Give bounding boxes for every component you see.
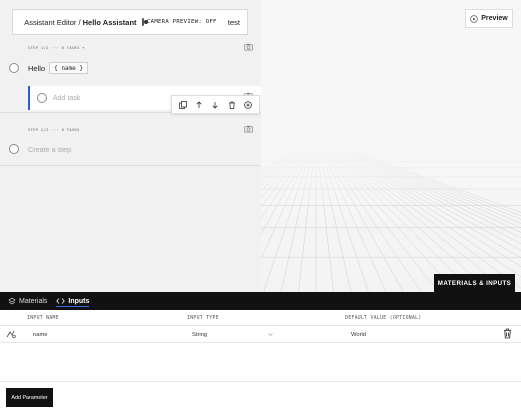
arrow-down-icon[interactable] xyxy=(211,100,220,109)
step-2-label[interactable]: STEP 2/2 ··· 0 TASKS xyxy=(28,127,80,132)
step-2-row[interactable]: Create a step xyxy=(0,138,261,160)
create-step-input[interactable]: Create a step xyxy=(28,145,71,154)
step-1-row[interactable]: Hello { name } xyxy=(0,57,261,79)
column-header-default-value: DEFAULT VALUE (OPTIONAL) xyxy=(345,316,422,321)
column-header-input-type: INPUT TYPE xyxy=(187,316,219,321)
add-circle-icon[interactable] xyxy=(243,100,252,109)
breadcrumb-root[interactable]: Assistant Editor xyxy=(24,18,76,27)
trash-icon[interactable] xyxy=(503,328,512,339)
camera-icon[interactable] xyxy=(244,125,253,133)
step-2-radio[interactable] xyxy=(9,144,19,154)
materials-inputs-label[interactable]: MATERIALS & INPUTS xyxy=(434,274,515,292)
tab-inputs-label: Inputs xyxy=(68,297,90,305)
code-icon xyxy=(56,298,66,304)
arrow-up-icon[interactable] xyxy=(195,100,204,109)
user-name[interactable]: test xyxy=(228,18,240,27)
preview-label: Preview xyxy=(481,15,508,22)
preview-button[interactable]: Preview xyxy=(465,9,513,28)
scene-viewport[interactable]: Preview MATERIALS & INPUTS xyxy=(261,0,521,292)
camera-preview-label: CAMERA PREVIEW: OFF xyxy=(146,19,217,25)
step-1-radio[interactable] xyxy=(9,63,19,73)
step-divider xyxy=(0,165,261,166)
inputs-table-header: INPUT NAME INPUT TYPE DEFAULT VALUE (OPT… xyxy=(0,310,521,326)
tab-inputs[interactable]: Inputs xyxy=(56,292,90,310)
camera-preview-toggle[interactable] xyxy=(141,18,149,26)
input-name-field[interactable]: name xyxy=(33,332,48,338)
step-editor-pane: Assistant Editor / Hello Assistant CAMER… xyxy=(0,0,261,292)
chevron-down-icon xyxy=(268,333,273,336)
editor-header: Assistant Editor / Hello Assistant CAMER… xyxy=(12,9,248,35)
floor-grid xyxy=(261,0,521,292)
panel-divider xyxy=(0,381,521,382)
step-1-label[interactable]: STEP 1/2 ··· 0 TASKS ▾ xyxy=(28,45,85,50)
trash-icon[interactable] xyxy=(227,100,236,109)
default-value-field[interactable]: World xyxy=(351,332,366,338)
bottom-tab-bar: Materials Inputs xyxy=(0,292,521,310)
task-toolbar xyxy=(171,95,260,114)
input-type-value: String xyxy=(192,332,208,338)
breadcrumb-current: Hello Assistant xyxy=(82,17,137,27)
tab-materials[interactable]: Materials xyxy=(8,292,47,310)
step-1-text[interactable]: Hello xyxy=(28,64,45,73)
tab-materials-label: Materials xyxy=(19,297,48,305)
column-header-input-name: INPUT NAME xyxy=(27,316,59,321)
play-circle-icon xyxy=(470,14,479,23)
table-row: name String World xyxy=(0,326,521,343)
task-radio[interactable] xyxy=(37,93,47,103)
duplicate-icon[interactable] xyxy=(179,100,188,109)
variable-icon xyxy=(6,330,16,339)
add-task-input[interactable]: Add task xyxy=(53,95,80,102)
add-parameter-button[interactable]: Add Parameter xyxy=(6,388,53,407)
layers-icon xyxy=(8,297,16,305)
variable-chip[interactable]: { name } xyxy=(49,62,88,74)
camera-icon[interactable] xyxy=(244,43,253,51)
input-type-select[interactable]: String xyxy=(187,329,275,340)
